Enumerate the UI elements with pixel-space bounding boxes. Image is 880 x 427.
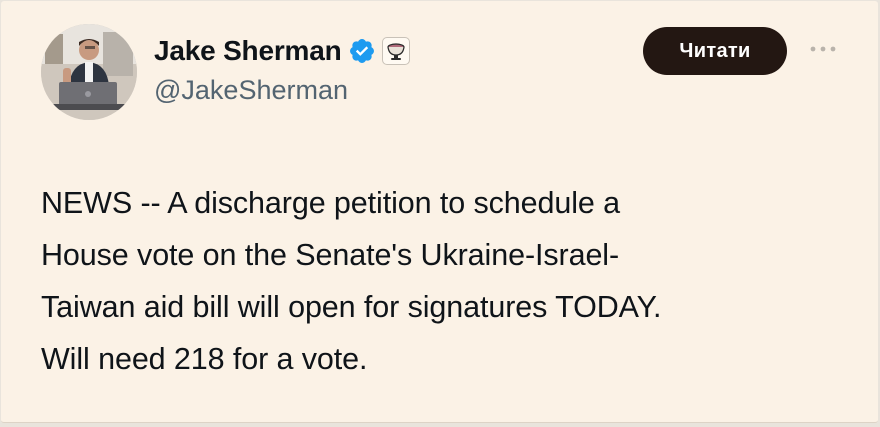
tweet-text: NEWS -- A discharge petition to schedule… xyxy=(41,177,841,385)
tweet-text-line: NEWS -- A discharge petition to schedule… xyxy=(41,186,620,220)
author-handle[interactable]: @JakeSherman xyxy=(154,75,348,106)
punchbowl-affiliation-icon[interactable] xyxy=(381,37,410,65)
tweet-text-line: House vote on the Senate's Ukraine-Israe… xyxy=(41,238,620,272)
tweet-card: Jake Sherman @JakeSherman Читати NEWS --… xyxy=(1,1,878,423)
author-name-row: Jake Sherman xyxy=(154,33,410,69)
more-options-icon[interactable] xyxy=(805,37,841,61)
ellipsis-icon xyxy=(810,46,836,52)
person-at-laptop-avatar-icon xyxy=(41,24,137,120)
tweet-text-line: Taiwan aid bill will open for signatures… xyxy=(41,290,662,324)
tweet-text-line: Will need 218 for a vote. xyxy=(41,342,368,376)
bowl-icon xyxy=(386,43,405,60)
verified-badge-icon xyxy=(349,39,374,63)
follow-button[interactable]: Читати xyxy=(643,27,787,75)
author-display-name[interactable]: Jake Sherman xyxy=(154,35,342,67)
avatar[interactable] xyxy=(41,24,137,120)
